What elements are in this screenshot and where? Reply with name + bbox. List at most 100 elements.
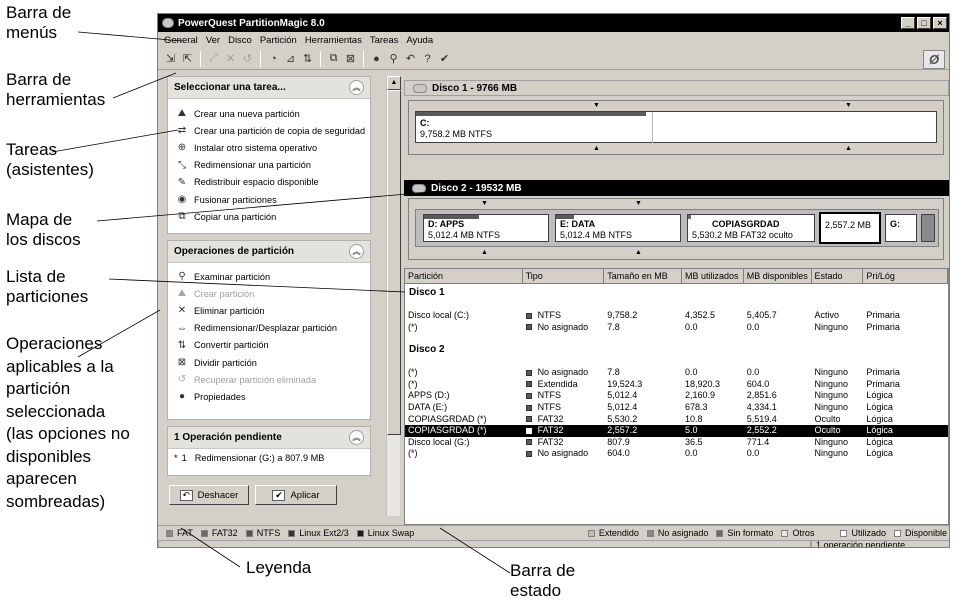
menu-disco[interactable]: Disco: [224, 35, 256, 46]
table-cell: 0.0: [684, 367, 698, 378]
task-item[interactable]: ⊕ Instalar otro sistema operativo: [168, 139, 370, 156]
table-cell: 10.8: [684, 413, 703, 424]
menu-herramientas[interactable]: Herramientas: [301, 35, 366, 46]
info-tool-icon[interactable]: ●: [368, 50, 385, 67]
table-row[interactable]: COPIASGRDAD (*) FAT32 5,530.2 10.8 5,519.4 Oc…: [405, 414, 948, 426]
zoom-tool-icon[interactable]: ⚲: [385, 50, 402, 67]
split-tool-icon[interactable]: ⊠: [342, 50, 359, 67]
table-cell: 0.0: [746, 448, 760, 459]
column-header[interactable]: Pri/Lóg: [863, 269, 949, 283]
task-item[interactable]: ⛰ Crear partición: [168, 285, 370, 302]
copy-tool-icon[interactable]: ⧉: [325, 50, 342, 67]
table-row[interactable]: APPS (D:) NTFS 5,012.4 2,160.9 2,851.6 Ningun…: [405, 390, 948, 402]
label-tool-icon[interactable]: ⊿: [282, 50, 299, 67]
task-item[interactable]: ● Propiedades: [168, 388, 370, 405]
explore-tool-icon[interactable]: ◔: [265, 50, 282, 67]
menu-tareas[interactable]: Tareas: [366, 35, 403, 46]
table-row[interactable]: (*) No asignado 7.8 0.0 0.0 Ninguno Primaria: [405, 367, 948, 379]
table-row[interactable]: (*) Extendida 19,524.3 18,920.3 604.0 Ninguno…: [405, 379, 948, 391]
task-item[interactable]: ⚲ Examinar partición: [168, 268, 370, 285]
column-header[interactable]: Tipo: [523, 269, 605, 283]
partition-info: 9,758.2 MB NTFS: [420, 129, 493, 139]
task-item[interactable]: ⇄ Crear una partición de copia de segurid…: [168, 122, 370, 139]
task-item[interactable]: ✕ Eliminar partición: [168, 302, 370, 319]
undo-button-label: Deshacer: [197, 489, 239, 501]
disk2-partition-g[interactable]: G:: [885, 214, 917, 242]
column-header[interactable]: Partición: [405, 269, 523, 283]
apply-tool-icon[interactable]: ✔: [436, 50, 453, 67]
task-item[interactable]: ⇔ Redimensionar/Desplazar partición: [168, 320, 370, 337]
minimize-button[interactable]: _: [901, 17, 915, 29]
disk2-header[interactable]: Disco 2 - 19532 MB: [404, 180, 949, 196]
table-cell: 0.0: [684, 448, 698, 459]
task-item[interactable]: ⛰ Crear una nueva partición: [168, 105, 370, 122]
task-item[interactable]: ✎ Redistribuir espacio disponible: [168, 174, 370, 191]
table-cell: 678.3: [684, 401, 708, 412]
menu-particion[interactable]: Partición: [256, 35, 301, 46]
scroll-thumb[interactable]: [387, 90, 401, 435]
resize-tool-icon[interactable]: ⤢: [205, 50, 222, 67]
convert-tool-icon[interactable]: ⇅: [299, 50, 316, 67]
table-cell: Ninguno: [814, 390, 849, 401]
disk2-unallocated[interactable]: [921, 214, 935, 242]
disk1-partition-c[interactable]: C: 9,758.2 MB NTFS: [415, 111, 937, 143]
disk2-partition-e[interactable]: E: DATA 5,012.4 MB NTFS: [555, 214, 681, 242]
partition-list: Partición Tipo Tamaño en MB MB utilizados MB…: [404, 268, 949, 525]
disk-icon: [413, 83, 427, 93]
type-label: Extendida: [537, 378, 578, 389]
column-header[interactable]: MB disponibles: [744, 269, 812, 283]
menu-ver[interactable]: Ver: [202, 35, 224, 46]
new-partition-icon: ⛰: [177, 108, 187, 120]
column-header[interactable]: Estado: [812, 269, 864, 283]
status-right: 1 operación pendiente: [811, 540, 949, 547]
partition-marker-icon: ▲: [481, 249, 488, 256]
status-bar: 1 operación pendiente: [158, 540, 949, 547]
close-button[interactable]: ×: [933, 17, 947, 29]
disk2-partition-selected[interactable]: 2,557.2 MB: [819, 212, 881, 244]
pending-operation-item[interactable]: * 1 Redimensionar (G:) a 807.9 MB: [168, 449, 370, 467]
undelete-tool-icon[interactable]: ↺: [239, 50, 256, 67]
task-item[interactable]: ⤡ Redimensionar una partición: [168, 157, 370, 174]
disk1-header[interactable]: Disco 1 - 9766 MB: [404, 80, 949, 96]
apply-button[interactable]: ✔ Aplicar: [255, 485, 337, 505]
left-pane-scrollbar[interactable]: ▲: [386, 76, 401, 516]
table-cell: Primaria: [866, 367, 900, 378]
help-tool-icon[interactable]: ?: [419, 50, 436, 67]
table-row[interactable]: COPIASGRDAD (*) FAT32 2,557.2 5.0 2,552.2 Ocu…: [405, 425, 948, 437]
title-bar[interactable]: PowerQuest PartitionMagic 8.0 _ □ ×: [158, 14, 949, 32]
column-header[interactable]: MB utilizados: [682, 269, 744, 283]
ops-panel-title: Operaciones de partición: [174, 246, 295, 257]
task-item[interactable]: ↺ Recuperar partición eliminada: [168, 371, 370, 388]
disk2-partition-d[interactable]: D: APPS 5,012.4 MB NTFS: [423, 214, 549, 242]
table-row[interactable]: (*) No asignado 7.8 0.0 0.0 Ninguno Primaria: [405, 322, 948, 334]
task-item[interactable]: ◉ Fusionar particiones: [168, 191, 370, 208]
new-partition-tool-icon[interactable]: ⇲: [162, 50, 179, 67]
column-header[interactable]: Tamaño en MB: [604, 269, 682, 283]
legend-swatch: [840, 529, 848, 537]
table-cell: Ninguno: [814, 378, 849, 389]
disk2-partition-copiasgrdad[interactable]: COPIASGRDAD 5,530.2 MB FAT32 oculto: [687, 214, 815, 242]
menu-general[interactable]: General: [160, 35, 202, 46]
backup-tool-icon[interactable]: ⇱: [179, 50, 196, 67]
table-cell: (*): [408, 378, 418, 389]
undo-button[interactable]: ↶ Deshacer: [169, 485, 249, 505]
status-left: [158, 540, 811, 547]
undo-tool-icon[interactable]: ↶: [402, 50, 419, 67]
type-label: No asignado: [537, 321, 589, 332]
table-row[interactable]: Disco local (G:) FAT32 807.9 36.5 771.4 Ningu…: [405, 437, 948, 449]
collapse-icon[interactable]: ︽: [349, 244, 364, 259]
table-row[interactable]: DATA (E:) NTFS 5,012.4 678.3 4,334.1 Ninguno L…: [405, 402, 948, 414]
legend-label: Otros: [792, 528, 815, 538]
delete-tool-icon[interactable]: ✕: [222, 50, 239, 67]
table-row[interactable]: Disco local (C:) NTFS 9,758.2 4,352.5 5,405.…: [405, 310, 948, 322]
collapse-icon[interactable]: ︽: [349, 430, 364, 445]
task-item[interactable]: ⧉ Copiar una partición: [168, 208, 370, 225]
task-item[interactable]: ⇅ Convertir partición: [168, 337, 370, 354]
menu-ayuda[interactable]: Ayuda: [402, 35, 437, 46]
scroll-up-icon[interactable]: ▲: [387, 76, 401, 90]
annotation-line: menús: [6, 23, 58, 42]
task-item[interactable]: ⊠ Dividir partición: [168, 354, 370, 371]
collapse-icon[interactable]: ︽: [349, 80, 364, 95]
maximize-button[interactable]: □: [917, 17, 931, 29]
table-row[interactable]: (*) No asignado 604.0 0.0 0.0 Ninguno Lógica: [405, 448, 948, 460]
